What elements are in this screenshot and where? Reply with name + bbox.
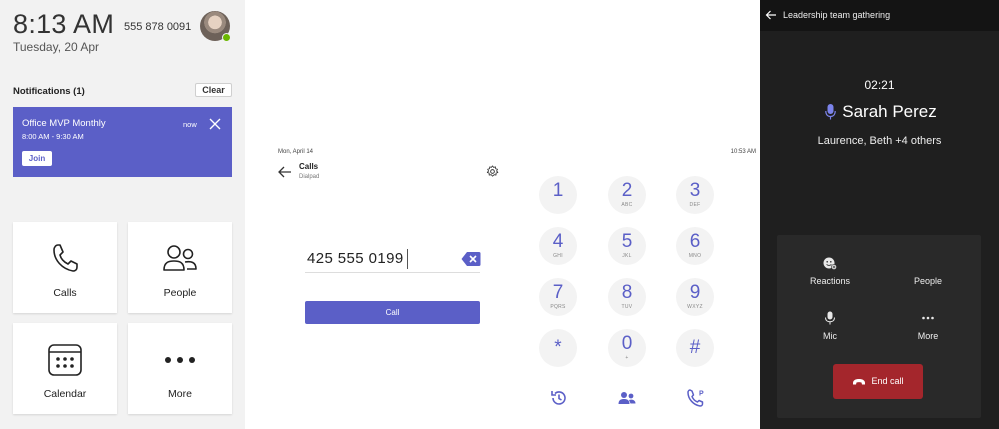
meeting-title: Leadership team gathering <box>783 10 891 20</box>
call-button[interactable]: Call <box>305 301 480 324</box>
mic-button[interactable]: Mic <box>790 311 870 341</box>
meeting-notification-card[interactable]: Office MVP Monthly 8:00 AM - 9:30 AM now… <box>13 107 232 177</box>
key-star[interactable]: * <box>539 329 577 367</box>
meeting-time-range: 8:00 AM - 9:30 AM <box>22 132 84 141</box>
phone-icon <box>53 244 78 272</box>
more-label: More <box>917 331 939 341</box>
key-digit: # <box>689 337 701 358</box>
key-letters: ABC <box>621 202 633 208</box>
key-letters: GHI <box>553 253 563 259</box>
key-hash[interactable]: # <box>676 329 714 367</box>
calendar-tile[interactable]: Calendar <box>13 323 117 414</box>
key-3[interactable]: 3 DEF <box>676 176 714 214</box>
key-letters: + <box>625 355 629 361</box>
key-digit: 2 <box>621 180 633 201</box>
back-arrow-icon[interactable] <box>278 166 292 178</box>
calls-tile[interactable]: Calls <box>13 222 117 313</box>
status-date: Mon, April 14 <box>278 149 314 155</box>
calendar-tile-label: Calendar <box>43 388 87 400</box>
key-letters: MNO <box>688 253 702 259</box>
page-subtitle: Dialpad <box>299 174 320 180</box>
back-arrow-icon[interactable] <box>765 10 777 20</box>
device-phone-number: 555 878 0091 <box>124 21 192 33</box>
people-icon <box>921 256 935 270</box>
key-digit: 7 <box>552 282 564 303</box>
notifications-title: Notifications (1) <box>13 86 85 97</box>
key-letters: JKL <box>622 253 632 259</box>
more-button[interactable]: More <box>888 311 968 341</box>
key-letters: PQRS <box>550 304 566 310</box>
backspace-icon[interactable] <box>461 251 481 267</box>
key-5[interactable]: 5 JKL <box>608 227 646 265</box>
contacts-icon[interactable] <box>617 388 637 408</box>
active-speaker-name: Sarah Perez <box>842 102 937 121</box>
text-caret <box>407 249 408 269</box>
calls-tile-label: Calls <box>53 287 77 299</box>
key-digit: 6 <box>689 231 701 252</box>
call-panel: Leadership team gathering 02:21 Sarah Pe… <box>760 0 999 429</box>
key-digit: 5 <box>621 231 633 252</box>
join-meeting-button[interactable]: Join <box>22 151 52 166</box>
people-button[interactable]: People <box>888 256 968 286</box>
end-call-label: End call <box>871 376 904 386</box>
key-4[interactable]: 4 GHI <box>539 227 577 265</box>
key-8[interactable]: 8 TUV <box>608 278 646 316</box>
call-controls: Reactions People Mic More End call <box>777 235 981 418</box>
mic-icon <box>825 311 835 325</box>
presence-available-icon <box>222 33 231 42</box>
people-label: People <box>913 276 943 286</box>
more-icon <box>922 316 934 320</box>
meeting-title: Office MVP Monthly <box>22 118 106 129</box>
clock-time: 8:13 AM <box>13 9 115 39</box>
key-digit: 8 <box>621 282 633 303</box>
key-letters: WXYZ <box>687 304 703 310</box>
more-icon <box>165 357 195 363</box>
people-icon <box>163 245 197 271</box>
calendar-icon <box>48 344 82 376</box>
history-icon[interactable] <box>549 388 569 408</box>
clear-notifications-button[interactable]: Clear <box>195 83 232 97</box>
end-call-button[interactable]: End call <box>833 364 923 399</box>
key-digit: 4 <box>552 231 564 252</box>
key-2[interactable]: 2 ABC <box>608 176 646 214</box>
more-tile-label: More <box>168 388 192 400</box>
key-digit: 9 <box>689 282 701 303</box>
avatar[interactable] <box>200 11 231 42</box>
mic-label: Mic <box>823 331 837 341</box>
key-letters: DEF <box>689 202 701 208</box>
participants-summary: Laurence, Beth +4 others <box>817 135 942 147</box>
page-title: Calls <box>299 162 319 171</box>
key-digit: 3 <box>689 180 701 201</box>
key-letters: TUV <box>621 304 633 310</box>
home-panel: 8:13 AM Tuesday, 20 Apr 555 878 0091 Not… <box>0 0 245 429</box>
notification-age: now <box>183 120 197 129</box>
close-icon[interactable] <box>209 118 221 130</box>
more-tile[interactable]: More <box>128 323 232 414</box>
key-digit: 0 <box>621 333 633 354</box>
key-7[interactable]: 7 PQRS <box>539 278 577 316</box>
key-0[interactable]: 0 + <box>608 329 646 367</box>
status-clock: 10:53 AM <box>730 149 756 155</box>
reactions-button[interactable]: Reactions <box>790 256 870 286</box>
gear-icon[interactable] <box>486 165 499 178</box>
entered-number: 425 555 0199 <box>307 250 404 267</box>
key-digit: 1 <box>552 180 564 201</box>
reactions-label: Reactions <box>809 276 851 286</box>
voicemail-icon[interactable]: P <box>686 388 706 408</box>
call-header: Leadership team gathering <box>760 0 999 31</box>
dialpad-panel: Mon, April 14 10:53 AM Calls Dialpad 425… <box>270 140 760 429</box>
hang-up-icon <box>853 378 866 385</box>
key-1[interactable]: 1 <box>539 176 577 214</box>
phone-number-input[interactable]: 425 555 0199 <box>305 246 481 273</box>
people-tile[interactable]: People <box>128 222 232 313</box>
key-digit: * <box>554 337 562 358</box>
call-duration: 02:21 <box>864 78 895 92</box>
reactions-icon <box>823 257 837 270</box>
clock-date: Tuesday, 20 Apr <box>13 40 100 54</box>
key-6[interactable]: 6 MNO <box>676 227 714 265</box>
svg-text:P: P <box>699 391 704 398</box>
key-9[interactable]: 9 WXYZ <box>676 278 714 316</box>
people-tile-label: People <box>163 287 197 299</box>
